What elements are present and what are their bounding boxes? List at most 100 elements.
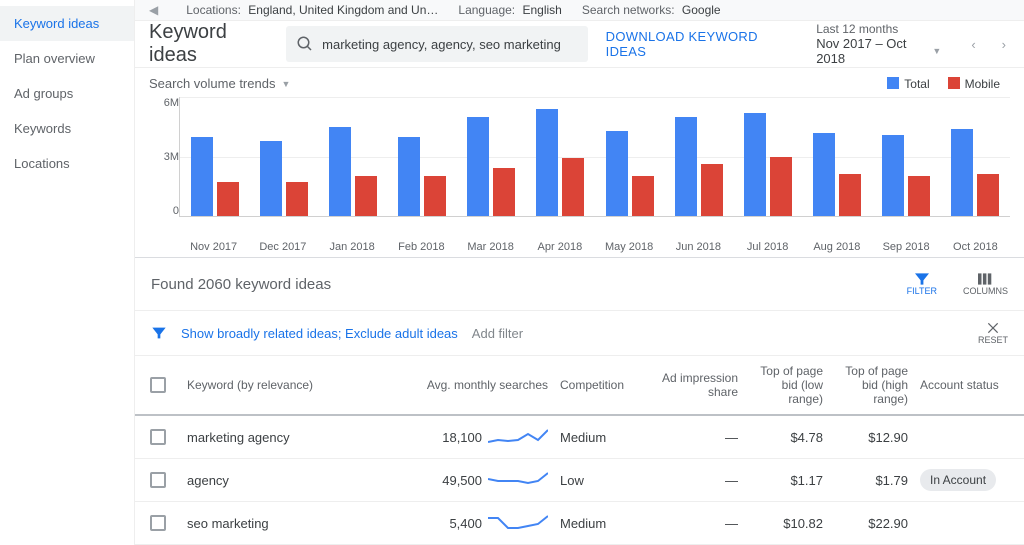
bar-total: [191, 137, 213, 216]
cell-keyword: agency: [181, 463, 404, 498]
chart-y-axis: 6M 3M 0: [149, 97, 179, 237]
topbar-networks[interactable]: Search networks: Google: [582, 3, 721, 17]
chart-month-column: [318, 97, 387, 216]
sidebar-item-plan-overview[interactable]: Plan overview: [0, 41, 134, 76]
bar-total: [675, 117, 697, 216]
cell-keyword: seo marketing: [181, 506, 404, 541]
bar-mobile: [839, 174, 861, 216]
bar-total: [260, 141, 282, 216]
col-bid-high[interactable]: Top of page bid (high range): [829, 356, 914, 414]
download-keyword-ideas-link[interactable]: DOWNLOAD KEYWORD IDEAS: [606, 29, 785, 59]
topbar-locations[interactable]: Locations: England, United Kingdom and U…: [186, 3, 438, 17]
chart-month-column: [872, 97, 941, 216]
bar-mobile: [286, 182, 308, 216]
table-row[interactable]: agency49,500Low—$1.17$1.79In Account: [135, 459, 1024, 502]
sidebar-item-locations[interactable]: Locations: [0, 146, 134, 181]
bar-mobile: [424, 176, 446, 216]
sidebar-item-keyword-ideas[interactable]: Keyword ideas: [0, 6, 134, 41]
results-count: Found 2060 keyword ideas: [151, 276, 331, 293]
sparkline-icon: [488, 469, 548, 491]
cell-avg-searches: 49,500: [404, 459, 554, 501]
cell-avg-searches: 5,400: [404, 502, 554, 544]
cell-account-status: In Account: [914, 459, 1024, 501]
cell-bid-low: $10.82: [744, 506, 829, 541]
chart-metric-selector[interactable]: Search volume trends ▼: [149, 76, 1010, 91]
row-checkbox[interactable]: [150, 472, 166, 488]
cell-competition: Medium: [554, 420, 644, 455]
bar-total: [467, 117, 489, 216]
topbar: ◀ Locations: England, United Kingdom and…: [135, 0, 1024, 21]
bar-mobile: [217, 182, 239, 216]
filter-icon: [913, 272, 931, 286]
topbar-language[interactable]: Language: English: [458, 3, 561, 17]
select-all-checkbox[interactable]: [150, 377, 166, 393]
bar-mobile: [770, 157, 792, 217]
account-status-chip: In Account: [920, 469, 996, 491]
chart-month-column: [664, 97, 733, 216]
col-bid-low[interactable]: Top of page bid (low range): [744, 356, 829, 414]
chart-month-column: [388, 97, 457, 216]
date-range-picker[interactable]: Last 12 months Nov 2017 – Oct 2018 ▼: [816, 22, 941, 66]
cell-avg-searches: 18,100: [404, 416, 554, 458]
cell-impression-share: —: [644, 463, 744, 498]
sidebar: Keyword ideas Plan overview Ad groups Ke…: [0, 0, 135, 545]
row-checkbox[interactable]: [150, 429, 166, 445]
cell-bid-low: $4.78: [744, 420, 829, 455]
sidebar-item-keywords[interactable]: Keywords: [0, 111, 134, 146]
bar-mobile: [632, 176, 654, 216]
cell-competition: Medium: [554, 506, 644, 541]
chart-month-column: [733, 97, 802, 216]
cell-impression-share: —: [644, 420, 744, 455]
bar-total: [951, 129, 973, 216]
chart-x-axis: Nov 2017Dec 2017Jan 2018Feb 2018Mar 2018…: [179, 237, 1010, 253]
chart-month-column: [803, 97, 872, 216]
bar-total: [398, 137, 420, 216]
cell-account-status: [914, 427, 1024, 447]
active-filters[interactable]: Show broadly related ideas; Exclude adul…: [181, 326, 458, 341]
add-filter-button[interactable]: Add filter: [472, 326, 523, 341]
columns-button[interactable]: COLUMNS: [963, 272, 1008, 296]
date-range-last: Last 12 months: [816, 22, 941, 36]
bar-total: [813, 133, 835, 216]
cell-account-status: [914, 513, 1024, 533]
sidebar-item-ad-groups[interactable]: Ad groups: [0, 76, 134, 111]
table-row[interactable]: marketing agency18,100Medium—$4.78$12.90: [135, 416, 1024, 459]
columns-icon: [976, 272, 994, 286]
filter-button[interactable]: FILTER: [907, 272, 937, 296]
cell-impression-share: —: [644, 506, 744, 541]
bar-total: [536, 109, 558, 216]
chevron-right-icon[interactable]: ›: [998, 33, 1010, 56]
col-avg-searches[interactable]: Avg. monthly searches: [404, 370, 554, 400]
col-competition[interactable]: Competition: [554, 370, 644, 400]
col-keyword[interactable]: Keyword (by relevance): [181, 370, 404, 400]
table-row[interactable]: seo marketing5,400Medium—$10.82$22.90: [135, 502, 1024, 545]
dropdown-caret-icon: ▼: [932, 46, 941, 56]
bar-mobile: [701, 164, 723, 216]
filter-icon: [151, 326, 167, 340]
chart-month-column: [595, 97, 664, 216]
back-caret-icon[interactable]: ◀: [149, 3, 158, 17]
search-icon: [296, 35, 314, 53]
page-title: Keyword ideas: [149, 21, 268, 67]
table-header: Keyword (by relevance) Avg. monthly sear…: [135, 356, 1024, 416]
reset-filters-button[interactable]: RESET: [978, 321, 1008, 345]
bar-mobile: [493, 168, 515, 216]
bar-total: [606, 131, 628, 216]
col-impression-share[interactable]: Ad impression share: [644, 363, 744, 407]
row-checkbox[interactable]: [150, 515, 166, 531]
chart-month-column: [526, 97, 595, 216]
dropdown-caret-icon: ▼: [281, 79, 290, 89]
date-range-value: Nov 2017 – Oct 2018: [816, 36, 926, 66]
bar-mobile: [355, 176, 377, 216]
search-box[interactable]: [286, 26, 588, 62]
search-input[interactable]: [322, 37, 578, 52]
cell-keyword: marketing agency: [181, 420, 404, 455]
chart-plot: [179, 97, 1010, 217]
cell-bid-high: $22.90: [829, 506, 914, 541]
col-account-status[interactable]: Account status: [914, 370, 1024, 400]
chart-month-column: [941, 97, 1010, 216]
cell-bid-low: $1.17: [744, 463, 829, 498]
close-icon: [986, 321, 1000, 335]
chevron-left-icon[interactable]: ‹: [967, 33, 979, 56]
sparkline-icon: [488, 512, 548, 534]
